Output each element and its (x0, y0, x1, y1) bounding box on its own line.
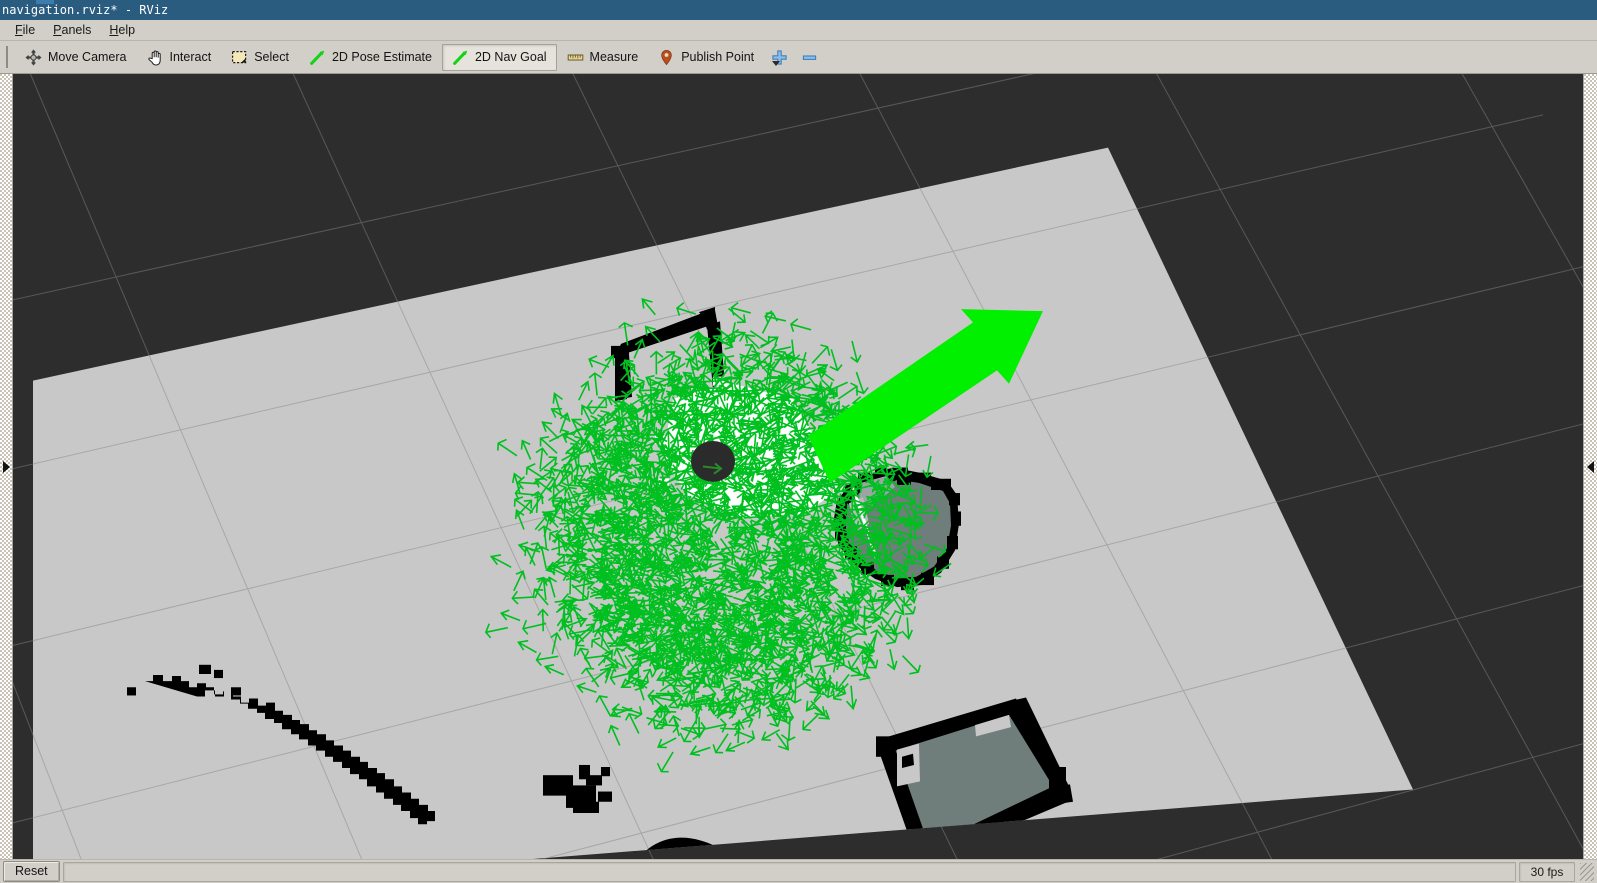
nav-goal-arrow-icon (452, 49, 469, 66)
menu-panels-rest: anels (62, 23, 92, 37)
tool-publish-point-label: Publish Point (681, 50, 754, 64)
tool-select-label: Select (254, 50, 289, 64)
tool-2d-pose-estimate[interactable]: 2D Pose Estimate (299, 44, 442, 71)
tool-2d-nav-goal-label: 2D Nav Goal (475, 50, 547, 64)
menu-file[interactable]: File (6, 21, 44, 39)
statusbar: Reset 30 fps (0, 859, 1597, 883)
render-area (0, 74, 1597, 859)
triangle-right-icon (3, 461, 10, 473)
add-tool-button[interactable] (764, 44, 794, 71)
tool-measure-label: Measure (590, 50, 639, 64)
pose-arrow-icon (309, 49, 326, 66)
minus-icon (801, 49, 818, 66)
resize-grip[interactable] (1580, 863, 1594, 881)
tool-select[interactable]: Select (221, 44, 299, 71)
ruler-icon (567, 49, 584, 66)
titlebar-grip (36, 0, 54, 4)
tool-interact-label: Interact (170, 50, 212, 64)
tool-publish-point[interactable]: Publish Point (648, 44, 764, 71)
map-pin-icon (658, 49, 675, 66)
reset-button[interactable]: Reset (3, 861, 60, 882)
toolbar-overflow-chevron-down-icon[interactable] (772, 61, 780, 66)
menu-help[interactable]: Help (100, 21, 144, 39)
3d-viewport[interactable] (13, 74, 1583, 859)
move-camera-icon (25, 49, 42, 66)
tool-move-camera-label: Move Camera (48, 50, 127, 64)
left-panel-expand-handle[interactable] (0, 74, 13, 859)
menu-help-rest: elp (118, 23, 135, 37)
right-panel-expand-handle[interactable] (1583, 74, 1597, 859)
tool-move-camera[interactable]: Move Camera (15, 44, 137, 71)
select-rect-icon (231, 49, 248, 66)
remove-tool-button[interactable] (794, 44, 824, 71)
viewport-scene (13, 74, 1583, 859)
rviz-main-window: navigation.rviz* - RViz File Panels Help (0, 0, 1597, 883)
menubar: File Panels Help (0, 20, 1597, 41)
menu-panels[interactable]: Panels (44, 21, 100, 39)
status-message-field (63, 862, 1516, 882)
triangle-left-icon (1587, 461, 1594, 473)
tool-2d-nav-goal[interactable]: 2D Nav Goal (442, 44, 557, 71)
toolbar-drag-handle[interactable] (2, 45, 11, 69)
window-title: navigation.rviz* - RViz (2, 3, 168, 17)
tool-2d-pose-estimate-label: 2D Pose Estimate (332, 50, 432, 64)
window-titlebar: navigation.rviz* - RViz (0, 0, 1597, 20)
menu-file-rest: ile (23, 23, 36, 37)
tool-interact[interactable]: Interact (137, 44, 222, 71)
hand-interact-icon (147, 49, 164, 66)
toolbar: Move Camera Interact Select 2D Pose Esti… (0, 41, 1597, 74)
robot-footprint (691, 441, 735, 482)
fps-indicator: 30 fps (1519, 862, 1575, 882)
tool-measure[interactable]: Measure (557, 44, 649, 71)
